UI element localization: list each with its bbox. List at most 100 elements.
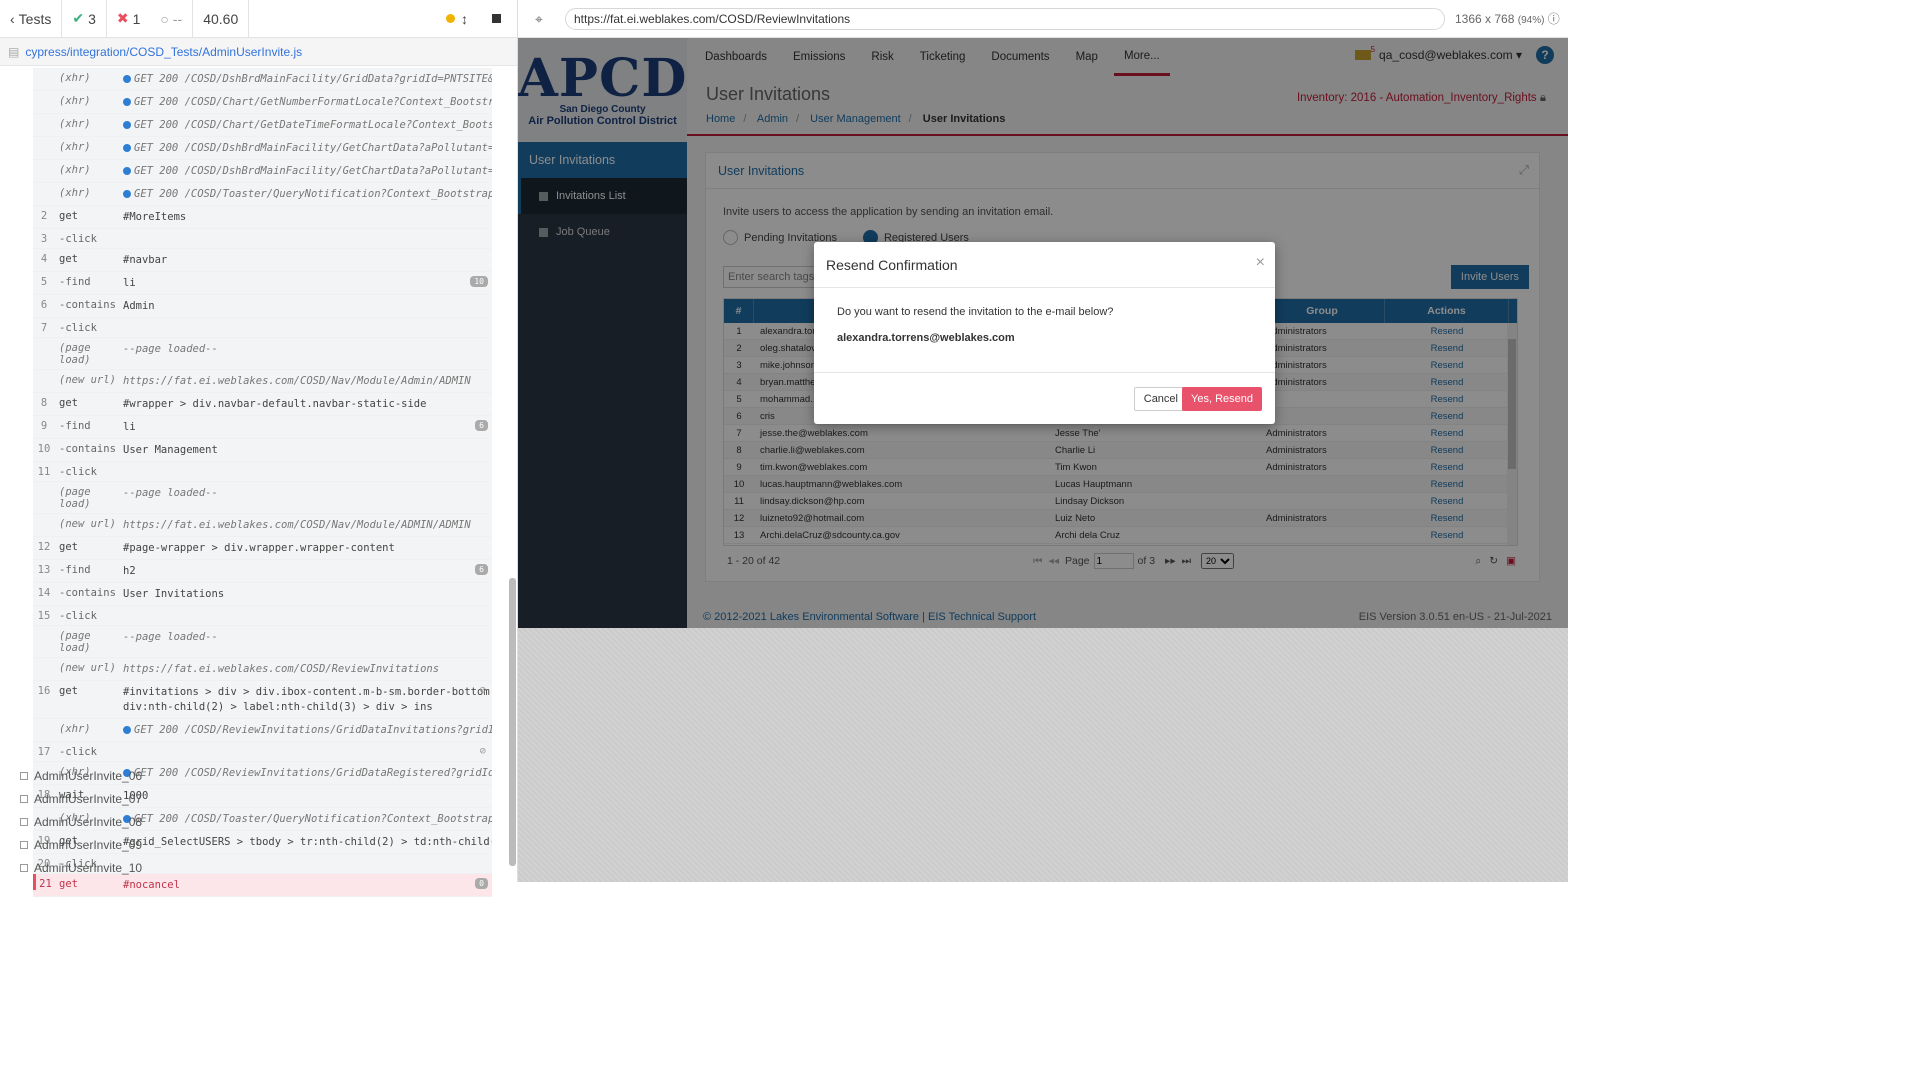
app-preview: ⌖ https://fat.ei.weblakes.com/COSD/Revie… xyxy=(518,0,1568,882)
command-name: get xyxy=(59,397,78,409)
command-number xyxy=(33,183,55,187)
spec-link[interactable]: cypress/integration/COSD_Tests/AdminUser… xyxy=(25,45,302,59)
test-status-icon xyxy=(20,840,28,849)
command-text: #page-wrapper > div.wrapper.wrapper-cont… xyxy=(123,542,395,554)
xhr-dot-icon xyxy=(123,121,131,129)
autoscroll-icon[interactable]: ↕ xyxy=(461,11,468,27)
xhr-dot-icon xyxy=(123,144,131,152)
command-text: --page loaded-- xyxy=(123,343,218,355)
command-message: #invitations > div > div.ibox-content.m-… xyxy=(123,681,492,718)
test-item[interactable]: AdminUserInvite_10 xyxy=(20,856,142,879)
command-row[interactable]: (page load) --page loaded-- xyxy=(33,482,492,514)
close-icon[interactable]: × xyxy=(1256,254,1265,272)
command-row[interactable]: 6 -contains Admin xyxy=(33,295,492,318)
xhr-dot-icon xyxy=(123,726,131,734)
command-number: 3 xyxy=(40,233,48,245)
duration: 40.60 xyxy=(193,0,250,38)
command-row[interactable]: (xhr) GET 200 /COSD/ReviewInvitations/Gri… xyxy=(33,719,492,742)
command-row[interactable]: (new url) https://fat.ei.weblakes.com/COS… xyxy=(33,370,492,393)
command-number xyxy=(33,160,55,164)
command-name: (xhr) xyxy=(59,72,91,84)
command-row[interactable]: 11 -click xyxy=(33,462,492,482)
command-row[interactable]: 15 -click xyxy=(33,606,492,626)
command-name: (new url) xyxy=(59,662,116,674)
command-number xyxy=(33,68,55,72)
command-text: #navbar xyxy=(123,254,168,266)
command-row[interactable]: 9 -find li 6 xyxy=(33,416,492,439)
back-to-tests-button[interactable]: ‹ Tests xyxy=(0,0,63,38)
selector-playground-icon[interactable]: ⌖ xyxy=(535,11,543,28)
stop-icon[interactable] xyxy=(492,14,501,23)
command-row[interactable]: (page load) --page loaded-- xyxy=(33,626,492,658)
dialog-question: Do you want to resend the invitation to … xyxy=(837,306,1114,318)
command-message: GET 200 /COSD/Chart/GetNumberFormatLocal… xyxy=(123,91,492,113)
command-row[interactable]: 4 get #navbar xyxy=(33,249,492,272)
command-row[interactable]: (xhr) GET 200 /COSD/Chart/GetNumberFormat… xyxy=(33,91,492,114)
cypress-runner: ‹ Tests ✔ 3 ✖ 1 ○ -- 40.60 ↕ ▤ cypress/integr… xyxy=(0,0,518,897)
command-row[interactable]: 3 -click xyxy=(33,229,492,249)
url-field[interactable]: https://fat.ei.weblakes.com/COSD/ReviewI… xyxy=(565,7,1445,30)
test-item[interactable]: AdminUserInvite_06 xyxy=(20,764,142,787)
info-icon[interactable]: ⓘ xyxy=(1548,12,1560,26)
command-message: User Management xyxy=(123,439,492,461)
command-number: 5 xyxy=(40,276,48,288)
command-text: GET 200 /COSD/Toaster/QueryNotification?… xyxy=(134,188,492,200)
test-status-icon xyxy=(20,817,28,826)
command-text: GET 200 /COSD/DshBrdMainFacility/GridDat… xyxy=(134,73,492,85)
command-message: #navbar xyxy=(123,249,492,271)
command-row[interactable]: (xhr) GET 200 /COSD/DshBrdMainFacility/Ge… xyxy=(33,160,492,183)
command-name: (xhr) xyxy=(59,95,91,107)
command-number: 14 xyxy=(37,587,51,599)
command-row[interactable]: 5 -find li 10 xyxy=(33,272,492,295)
command-message: --page loaded-- xyxy=(123,338,492,360)
command-text: https://fat.ei.weblakes.com/COSD/Nav/Mod… xyxy=(123,375,471,387)
command-row[interactable]: 12 get #page-wrapper > div.wrapper.wrapper… xyxy=(33,537,492,560)
cancel-button[interactable]: Cancel xyxy=(1133,387,1188,411)
command-name: get xyxy=(59,541,78,553)
command-name: -click xyxy=(59,610,97,622)
command-number: 8 xyxy=(40,397,48,409)
command-name: get xyxy=(59,685,78,697)
command-text: GET 200 /COSD/Chart/GetNumberFormatLocal… xyxy=(134,96,492,108)
command-row[interactable]: (page load) --page loaded-- xyxy=(33,338,492,370)
command-name: (xhr) xyxy=(59,723,91,735)
dialog-title: Resend Confirmation xyxy=(814,242,1275,288)
command-row[interactable]: 2 get #MoreItems xyxy=(33,206,492,229)
command-row[interactable]: (xhr) GET 200 /COSD/DshBrdMainFacility/Ge… xyxy=(33,137,492,160)
command-number xyxy=(33,514,55,518)
command-row[interactable]: 17 -click ⊘ xyxy=(33,742,492,762)
command-text: #invitations > div > div.ibox-content.m-… xyxy=(123,686,490,713)
command-row[interactable]: (xhr) GET 200 /COSD/Toaster/QueryNotifica… xyxy=(33,183,492,206)
command-row[interactable]: 16 get #invitations > div > div.ibox-conte… xyxy=(33,681,492,719)
command-row[interactable]: 8 get #wrapper > div.navbar-default.navbar… xyxy=(33,393,492,416)
command-row[interactable]: 7 -click xyxy=(33,318,492,338)
test-name: AdminUserInvite_06 xyxy=(34,768,143,783)
command-name: (xhr) xyxy=(59,187,91,199)
command-message: #page-wrapper > div.wrapper.wrapper-cont… xyxy=(123,537,492,559)
command-row[interactable]: 13 -find h2 6 xyxy=(33,560,492,583)
command-number: 7 xyxy=(40,322,48,334)
test-item[interactable]: AdminUserInvite_09 xyxy=(20,833,142,856)
command-message: GET 200 /COSD/DshBrdMainFacility/GetChar… xyxy=(123,160,492,182)
command-number: 10 xyxy=(37,443,51,455)
zoom-value: (94%) xyxy=(1517,15,1545,26)
command-row[interactable]: 10 -contains User Management xyxy=(33,439,492,462)
yes-resend-button[interactable]: Yes, Resend xyxy=(1182,387,1262,411)
test-item[interactable]: AdminUserInvite_08 xyxy=(20,810,142,833)
command-message: GET 200 /COSD/Chart/GetDateTimeFormatLoc… xyxy=(123,114,492,136)
command-row[interactable]: (xhr) GET 200 /COSD/DshBrdMainFacility/Gr… xyxy=(33,68,492,91)
command-row[interactable]: (new url) https://fat.ei.weblakes.com/COS… xyxy=(33,514,492,537)
command-name: (page load) xyxy=(59,630,91,654)
command-row[interactable]: (new url) https://fat.ei.weblakes.com/COS… xyxy=(33,658,492,681)
command-row[interactable]: 14 -contains User Invitations xyxy=(33,583,492,606)
command-row[interactable]: (xhr) GET 200 /COSD/Chart/GetDateTimeForm… xyxy=(33,114,492,137)
command-text: GET 200 /COSD/Toaster/QueryNotification?… xyxy=(134,813,492,825)
xhr-dot-icon xyxy=(123,98,131,106)
element-count-badge: 0 xyxy=(475,878,488,889)
test-name: AdminUserInvite_07 xyxy=(34,791,143,806)
test-item[interactable]: AdminUserInvite_07 xyxy=(20,787,142,810)
element-count-badge: 6 xyxy=(475,420,488,431)
command-text: User Invitations xyxy=(123,588,225,600)
check-icon: ✔ xyxy=(72,10,85,26)
command-scrollbar[interactable] xyxy=(509,578,516,866)
